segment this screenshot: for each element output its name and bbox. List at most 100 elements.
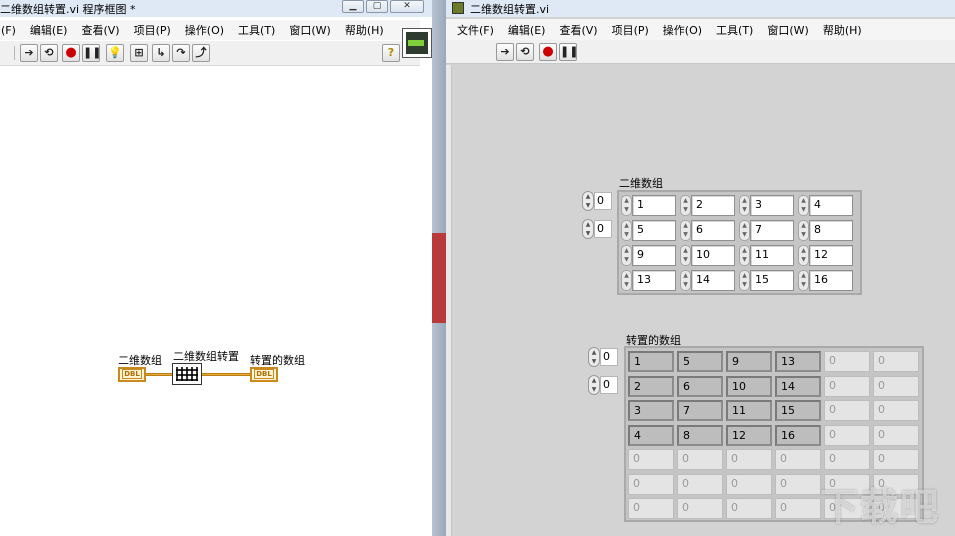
maximize-icon[interactable]: ▢ <box>366 0 388 13</box>
menu-window[interactable]: 窗口(W) <box>760 22 815 38</box>
output-wire[interactable] <box>202 373 250 376</box>
run-continuously-icon[interactable]: ⟲ <box>516 43 534 61</box>
menu-file[interactable]: 文件(F) <box>450 22 501 38</box>
input-array-cell[interactable]: 9 <box>632 245 676 266</box>
input-array-cell[interactable]: 16 <box>809 270 853 291</box>
input-array-terminal[interactable]: DBL <box>118 367 146 382</box>
menu-view[interactable]: 查看(V) <box>74 22 126 38</box>
menu-view[interactable]: 查看(V) <box>552 22 604 38</box>
run-arrow-icon[interactable]: ➔ <box>496 43 514 61</box>
input-array-cell[interactable]: 14 <box>691 270 735 291</box>
output-array-cell: 12 <box>726 424 772 446</box>
output-array-cell: 7 <box>677 400 723 421</box>
vertical-scrollbar[interactable] <box>446 65 452 536</box>
output-array-cell: 0 <box>726 498 772 519</box>
cell-spinner-icon[interactable]: ▲ ▼ <box>621 245 632 266</box>
menu-tools[interactable]: 工具(T) <box>231 22 282 38</box>
input-wire[interactable] <box>146 373 173 376</box>
context-help-icon[interactable]: ? <box>382 44 400 62</box>
step-out-icon[interactable]: ⤴ <box>192 44 210 62</box>
menu-help[interactable]: 帮助(H) <box>338 22 391 38</box>
cell-spinner-icon[interactable]: ▲ ▼ <box>680 270 691 291</box>
menu-tools[interactable]: 工具(T) <box>709 22 760 38</box>
input-array-cell[interactable]: 13 <box>632 270 676 291</box>
transpose-array-function-icon[interactable] <box>172 363 202 385</box>
output-array-cell: 0 <box>824 400 870 421</box>
menu-operate[interactable]: 操作(O) <box>656 22 709 38</box>
cell-spinner-icon[interactable]: ▲ ▼ <box>739 195 750 216</box>
menu-window[interactable]: 窗口(W) <box>282 22 337 38</box>
close-icon[interactable]: ✕ <box>390 0 424 13</box>
highlight-execution-icon[interactable]: 💡 <box>106 44 124 62</box>
vi-icon[interactable] <box>402 28 432 58</box>
output-array-cell: 0 <box>677 473 723 495</box>
step-over-icon[interactable]: ↷ <box>172 44 190 62</box>
run-arrow-icon[interactable]: ➔ <box>20 44 38 62</box>
input-array-cell[interactable]: 6 <box>691 220 735 241</box>
output-col-index[interactable]: ▲ ▼ 0 <box>588 375 618 395</box>
output-array-cell: 0 <box>677 449 723 470</box>
input-row-index[interactable]: ▲ ▼ 0 <box>582 191 612 211</box>
cell-spinner-icon[interactable]: ▲ ▼ <box>621 195 632 216</box>
output-array-terminal[interactable]: DBL <box>250 367 278 382</box>
cell-spinner-icon[interactable]: ▲ ▼ <box>621 220 632 241</box>
output-array-cell: 0 <box>628 473 674 495</box>
input-col-index[interactable]: ▲ ▼ 0 <box>582 219 612 239</box>
menu-operate[interactable]: 操作(O) <box>178 22 231 38</box>
input-array-cell[interactable]: 1 <box>632 195 676 216</box>
output-row-index-value[interactable]: 0 <box>600 348 618 366</box>
menu-project[interactable]: 项目(P) <box>127 22 178 38</box>
input-array-cell[interactable]: 5 <box>632 220 676 241</box>
step-into-icon[interactable]: ↳ <box>152 44 170 62</box>
cell-spinner-icon[interactable]: ▲ ▼ <box>739 270 750 291</box>
abort-icon[interactable]: ● <box>539 43 557 61</box>
run-continuously-icon[interactable]: ⟲ <box>40 44 58 62</box>
input-array-cell[interactable]: 2 <box>691 195 735 216</box>
output-array-cell: 4 <box>628 424 674 446</box>
left-window-controls: ▁ ▢ ✕ <box>342 0 424 14</box>
output-array-cell: 0 <box>873 449 919 470</box>
right-window-title: 二维数组转置.vi <box>470 3 550 16</box>
input-array-cell[interactable]: 11 <box>750 245 794 266</box>
menu-edit[interactable]: 编辑(E) <box>23 22 75 38</box>
menu-edit[interactable]: 编辑(E) <box>501 22 553 38</box>
menu-help[interactable]: 帮助(H) <box>816 22 869 38</box>
cell-spinner-icon[interactable]: ▲ ▼ <box>798 245 809 266</box>
cell-spinner-icon[interactable]: ▲ ▼ <box>680 195 691 216</box>
cell-spinner-icon[interactable]: ▲ ▼ <box>739 245 750 266</box>
cell-spinner-icon[interactable]: ▲ ▼ <box>680 245 691 266</box>
row-index-spinner-icon[interactable]: ▲ ▼ <box>582 191 594 211</box>
cell-spinner-icon[interactable]: ▲ ▼ <box>621 270 632 291</box>
input-array-cell[interactable]: 7 <box>750 220 794 241</box>
pause-icon[interactable]: ❚❚ <box>559 43 578 61</box>
input-array-cell[interactable]: 8 <box>809 220 853 241</box>
cell-spinner-icon[interactable]: ▲ ▼ <box>680 220 691 241</box>
minimize-icon[interactable]: ▁ <box>342 0 364 13</box>
input-array-cell[interactable]: 3 <box>750 195 794 216</box>
input-array-cell[interactable]: 12 <box>809 245 853 266</box>
abort-icon[interactable]: ● <box>62 44 80 62</box>
output-row-index[interactable]: ▲ ▼ 0 <box>588 347 618 367</box>
output-array-cell: 10 <box>726 375 772 397</box>
input-col-index-value[interactable]: 0 <box>594 220 612 238</box>
cell-spinner-icon[interactable]: ▲ ▼ <box>798 220 809 241</box>
cell-spinner-icon[interactable]: ▲ ▼ <box>739 220 750 241</box>
output-array-cell: 0 <box>873 400 919 421</box>
input-array-label: 二维数组 <box>619 177 663 190</box>
row-index-spinner-icon[interactable]: ▲ ▼ <box>588 347 600 367</box>
output-array-cell: 14 <box>775 375 821 397</box>
menu-file[interactable]: (F) <box>0 24 23 37</box>
output-col-index-value[interactable]: 0 <box>600 376 618 394</box>
output-array-cell: 3 <box>628 400 674 421</box>
pause-icon[interactable]: ❚❚ <box>82 44 101 62</box>
input-array-cell[interactable]: 10 <box>691 245 735 266</box>
menu-project[interactable]: 项目(P) <box>605 22 656 38</box>
input-array-cell[interactable]: 4 <box>809 195 853 216</box>
input-row-index-value[interactable]: 0 <box>594 192 612 210</box>
col-index-spinner-icon[interactable]: ▲ ▼ <box>582 219 594 239</box>
cell-spinner-icon[interactable]: ▲ ▼ <box>798 195 809 216</box>
col-index-spinner-icon[interactable]: ▲ ▼ <box>588 375 600 395</box>
retain-wire-values-icon[interactable]: ⊞ <box>130 44 148 62</box>
cell-spinner-icon[interactable]: ▲ ▼ <box>798 270 809 291</box>
input-array-cell[interactable]: 15 <box>750 270 794 291</box>
